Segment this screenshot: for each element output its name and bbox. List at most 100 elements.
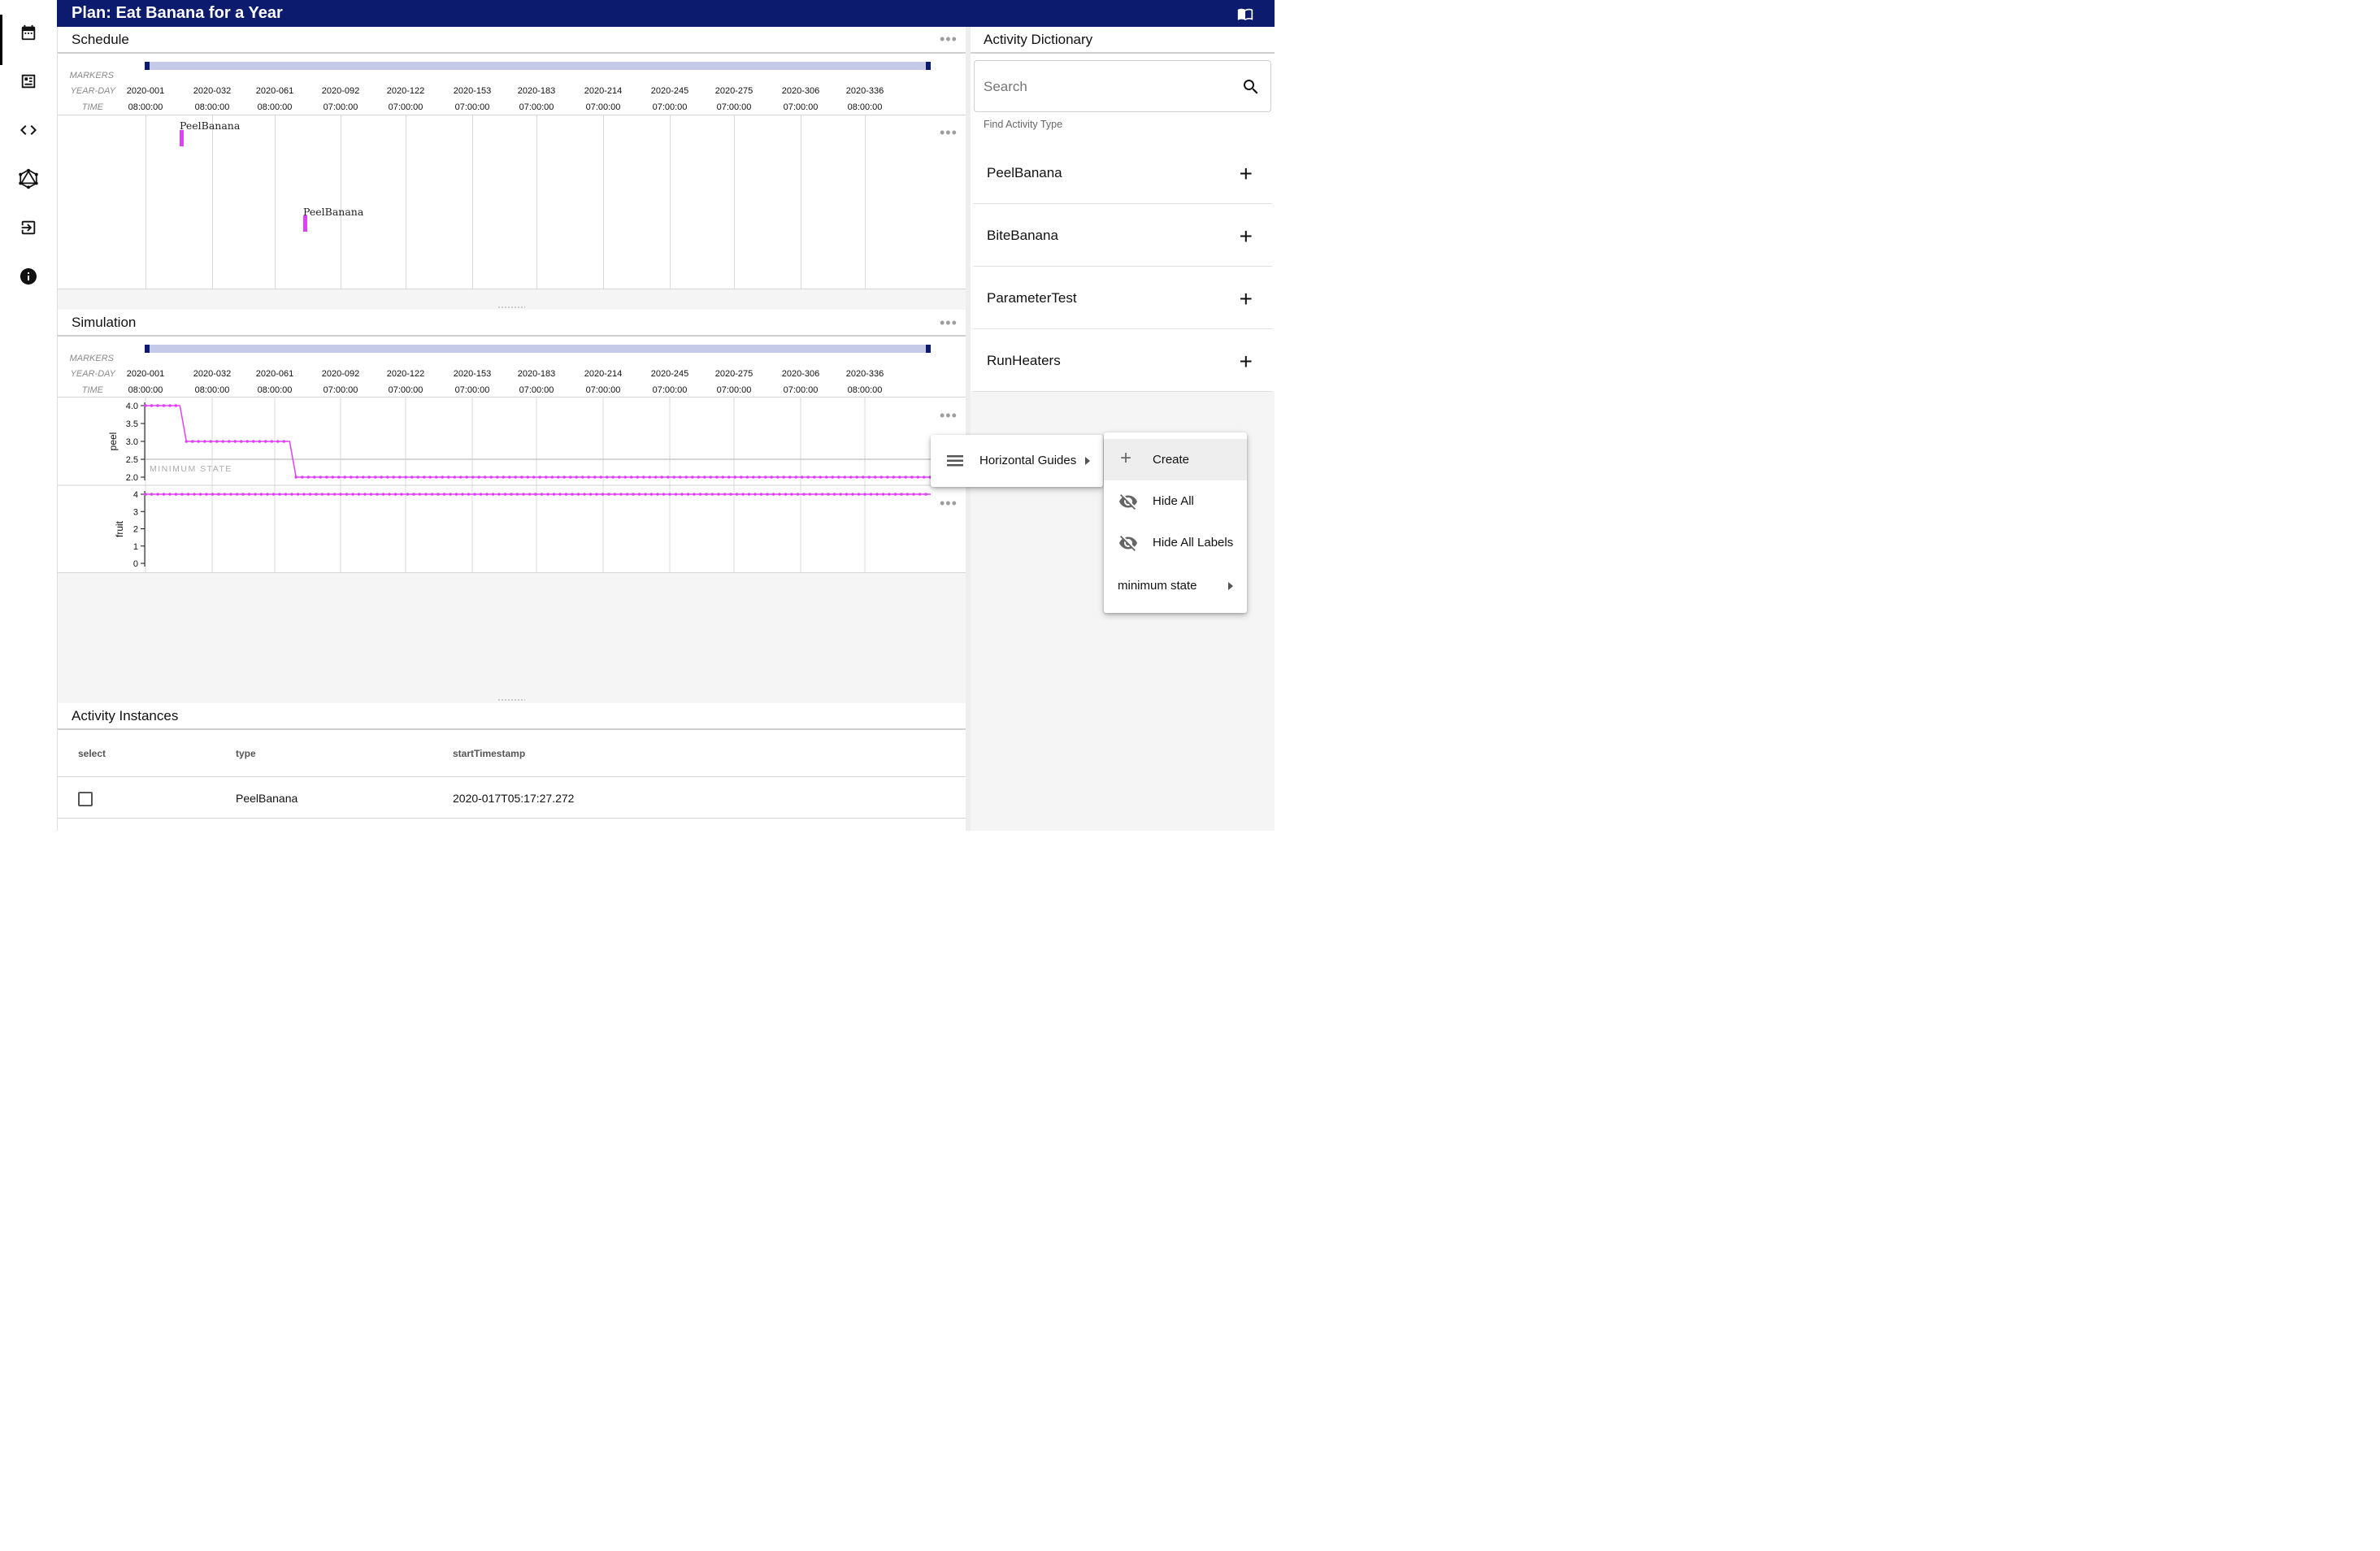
series-point (227, 440, 231, 443)
series-point (649, 493, 654, 496)
tick-label-day: 2020-183 (517, 369, 556, 379)
series-point (278, 493, 281, 496)
series-point (875, 493, 879, 496)
add-icon[interactable]: + (1240, 225, 1253, 248)
series-point (660, 476, 664, 479)
series-point (510, 493, 513, 496)
series-point (254, 493, 257, 496)
time-label: TIME (81, 102, 103, 112)
add-icon[interactable]: + (1240, 288, 1253, 311)
column-header-type[interactable]: type (236, 748, 256, 759)
menu-item-hide-all-labels[interactable]: Hide All Labels (1104, 522, 1247, 563)
schedule-markers-track[interactable] (145, 62, 931, 70)
menu-item-label: minimum state (1118, 579, 1197, 593)
series-point (906, 493, 910, 496)
series-point (422, 476, 426, 479)
activity-type-item[interactable]: PeelBanana + (973, 141, 1272, 204)
column-header-select[interactable]: select (78, 748, 106, 759)
schedule-menu-button[interactable]: ••• (940, 32, 958, 46)
series-point (613, 493, 617, 496)
series-point (897, 476, 901, 479)
marker-start-handle[interactable] (145, 62, 150, 70)
tick-label-time: 07:00:00 (323, 102, 358, 112)
series-point (363, 493, 367, 496)
table-row[interactable]: PeelBanana 2020-017T05:17:27.272 (58, 777, 966, 818)
search-box[interactable]: Search (974, 60, 1271, 112)
series-point (824, 476, 828, 479)
marker-end-handle[interactable] (926, 345, 931, 353)
series-point (601, 493, 605, 496)
fruit-row-menu-button[interactable]: ••• (940, 496, 958, 510)
simulation-markers-track[interactable] (145, 345, 931, 353)
y-tick-label: 3 (133, 507, 138, 517)
series-point (514, 476, 518, 479)
series-point (831, 476, 835, 479)
series-point (733, 476, 737, 479)
series-point (271, 493, 276, 496)
activity-bar[interactable] (180, 130, 184, 146)
tick-label-time: 08:00:00 (257, 102, 293, 112)
schedule-row-menu-button[interactable]: ••• (940, 125, 958, 140)
menu-item-horizontal-guides[interactable]: Horizontal Guides (931, 435, 1103, 487)
marker-start-handle[interactable] (145, 345, 150, 353)
simulation-menu-button[interactable]: ••• (940, 315, 958, 330)
series-point (349, 476, 353, 479)
peel-row-menu-button[interactable]: ••• (940, 408, 958, 423)
nav-item-dashboard[interactable] (0, 57, 57, 106)
menu-item-minimum-state[interactable]: minimum state (1104, 563, 1247, 605)
series-point (471, 476, 475, 479)
series-point (629, 476, 633, 479)
add-icon[interactable]: + (1240, 350, 1253, 373)
cell-start-timestamp: 2020-017T05:17:27.272 (453, 792, 575, 805)
series-point (745, 476, 749, 479)
series-point (367, 476, 371, 479)
nav-item-info[interactable] (0, 252, 57, 301)
nav-item-graphql[interactable] (0, 154, 57, 203)
series-point (381, 493, 385, 496)
series-point (144, 493, 147, 496)
book-icon[interactable] (1237, 6, 1253, 26)
series-point (235, 493, 239, 496)
series-point (361, 476, 365, 479)
tick-label-day: 2020-061 (255, 86, 294, 96)
series-point (209, 440, 213, 443)
search-input[interactable]: Search (984, 79, 1027, 95)
series-point (794, 476, 798, 479)
tick-label-time: 07:00:00 (716, 102, 752, 112)
series-point (449, 493, 452, 496)
menu-item-label: Horizontal Guides (979, 454, 1077, 467)
menu-item-hide-all[interactable]: Hide All (1104, 480, 1247, 522)
tick-label-day: 2020-245 (650, 86, 689, 96)
series-point (851, 493, 854, 496)
activity-type-name: ParameterTest (987, 290, 1077, 306)
series-point (775, 476, 780, 479)
menu-item-label: Hide All Labels (1153, 536, 1234, 550)
markers-label: MARKERS (69, 354, 114, 363)
panel-resize-handle[interactable] (497, 698, 525, 702)
series-point (593, 476, 597, 479)
series-point (532, 476, 536, 479)
search-icon[interactable] (1241, 77, 1261, 97)
nav-item-logout[interactable] (0, 203, 57, 252)
series-point (233, 440, 237, 443)
menu-item-create[interactable]: + Create (1104, 439, 1247, 480)
activity-type-name: BiteBanana (987, 228, 1058, 243)
row-select-checkbox[interactable] (78, 792, 93, 806)
nav-item-code[interactable] (0, 106, 57, 154)
info-icon (20, 268, 37, 285)
series-point (324, 476, 328, 479)
column-header-start-timestamp[interactable]: startTimestamp (453, 748, 525, 759)
series-point (595, 493, 598, 496)
activity-type-item[interactable]: RunHeaters + (973, 328, 1272, 392)
panel-resize-handle[interactable] (497, 306, 525, 309)
series-point (782, 476, 786, 479)
add-icon[interactable]: + (1240, 163, 1253, 185)
nav-item-plans[interactable] (0, 8, 57, 65)
activity-type-item[interactable]: BiteBanana + (973, 203, 1272, 267)
marker-end-handle[interactable] (926, 62, 931, 70)
activity-bar[interactable] (303, 215, 307, 232)
series-point (373, 476, 377, 479)
activity-type-item[interactable]: ParameterTest + (973, 266, 1272, 329)
tick-label-day: 2020-153 (453, 86, 492, 96)
series-point (495, 476, 499, 479)
